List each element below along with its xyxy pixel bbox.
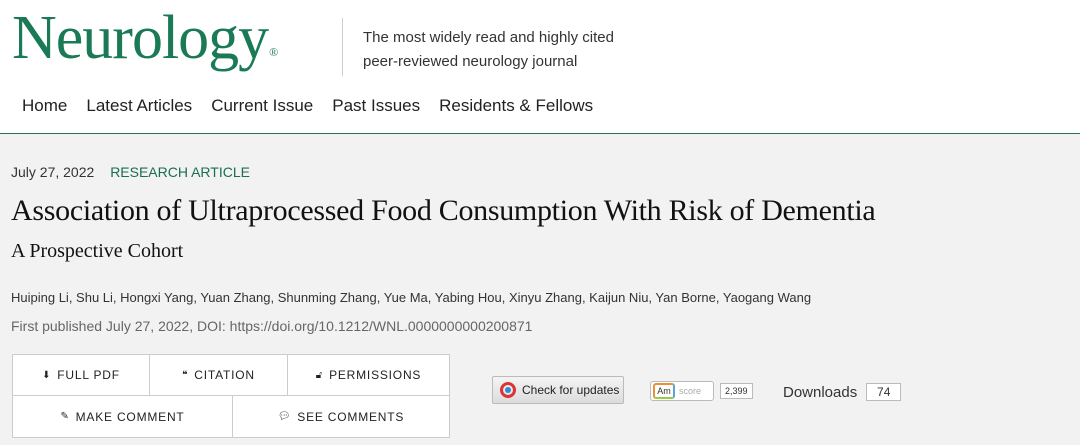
crossmark-icon [500, 382, 516, 398]
neurology-logo[interactable]: Neurology® [12, 0, 278, 78]
article-subtitle: A Prospective Cohort [11, 240, 184, 262]
quote-icon: ❝ [182, 369, 189, 381]
see-comments-label: SEE COMMENTS [297, 409, 405, 424]
altmetric-icon: Am [653, 383, 675, 399]
tagline: The most widely read and highly cited pe… [363, 26, 663, 74]
full-pdf-button[interactable]: ⬇ FULL PDF [13, 355, 150, 396]
author-list[interactable]: Huiping Li, Shu Li, Hongxi Yang, Yuan Zh… [11, 290, 811, 305]
downloads-label: Downloads [783, 383, 858, 401]
site-header: Neurology® The most widely read and high… [0, 0, 1080, 134]
permissions-button[interactable]: 🔓︎ PERMISSIONS [288, 355, 449, 396]
article-title: Association of Ultraprocessed Food Consu… [11, 194, 876, 227]
article-actions: ⬇ FULL PDF ❝ CITATION 🔓︎ PERMISSIONS ✎ MAKE … [12, 354, 450, 438]
downloads: Downloads 74 [783, 383, 902, 401]
permissions-label: PERMISSIONS [329, 368, 422, 382]
article-type[interactable]: RESEARCH ARTICLE [110, 164, 250, 180]
tagline-line-1: The most widely read and highly cited [363, 29, 614, 46]
unlock-icon: 🔓︎ [315, 369, 324, 381]
nav-home[interactable]: Home [22, 96, 67, 116]
nav-past-issues[interactable]: Past Issues [332, 96, 420, 116]
tagline-line-2: peer-reviewed neurology journal [363, 53, 578, 70]
altmetric-label: score [679, 386, 702, 396]
header-divider [342, 18, 343, 76]
see-comments-button[interactable]: 💬︎ SEE COMMENTS [233, 396, 449, 437]
citation-button[interactable]: ❝ CITATION [150, 355, 288, 396]
pencil-icon: ✎ [60, 411, 70, 422]
altmetric-donut: Am score [650, 381, 714, 401]
article-header: July 27, 2022 RESEARCH ARTICLE Associati… [0, 134, 1080, 445]
nav-latest-articles[interactable]: Latest Articles [86, 96, 192, 116]
logo-text: Neurology [12, 4, 269, 72]
nav-residents-fellows[interactable]: Residents & Fellows [439, 96, 593, 116]
check-for-updates-button[interactable]: Check for updates [492, 376, 624, 404]
article-meta: July 27, 2022 RESEARCH ARTICLE [11, 164, 250, 180]
check-for-updates-label: Check for updates [522, 383, 620, 397]
comment-icon: 💬︎ [277, 411, 292, 422]
nav-current-issue[interactable]: Current Issue [211, 96, 313, 116]
make-comment-button[interactable]: ✎ MAKE COMMENT [13, 396, 233, 437]
full-pdf-label: FULL PDF [57, 368, 120, 382]
registered-mark: ® [269, 45, 278, 59]
altmetric-score: 2,399 [720, 383, 753, 399]
make-comment-label: MAKE COMMENT [75, 409, 185, 424]
citation-label: CITATION [194, 368, 255, 382]
downloads-count: 74 [866, 383, 902, 401]
publication-info: First published July 27, 2022, DOI: http… [11, 318, 533, 334]
main-nav: Home Latest Articles Current Issue Past … [22, 96, 593, 116]
download-icon: ⬇ [42, 369, 52, 381]
article-date: July 27, 2022 [11, 164, 95, 180]
altmetric-badge[interactable]: Am score 2,399 [650, 381, 753, 401]
